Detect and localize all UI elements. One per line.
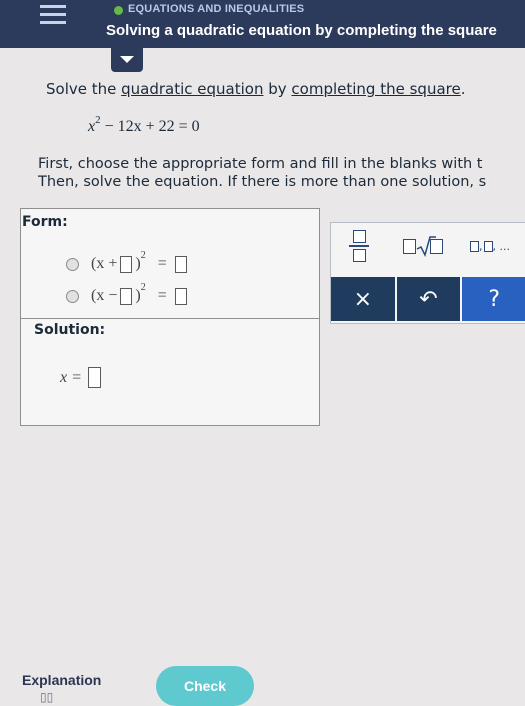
action-row: × ↶ ? [331,277,525,321]
prompt-text: . [460,80,466,98]
answer-blank[interactable] [174,287,187,305]
box-icon [352,230,366,244]
form-expression: (x + [91,255,118,272]
topic-status-dot [114,6,123,15]
form-exponent: 2 [140,249,146,261]
help-button[interactable]: ? [462,277,525,321]
form-expression: (x − [91,287,118,304]
fraction-button[interactable] [337,223,381,269]
undo-button[interactable]: ↶ [396,277,461,321]
form-label: Form: [22,214,68,230]
prompt-text: by [263,80,292,98]
solution-label: Solution: [34,322,106,338]
answer-panel [20,208,320,426]
radical-button[interactable] [391,223,455,269]
box-icon [352,248,366,262]
fraction-bar-icon [349,245,369,247]
page-title: Solving a quadratic equation by completi… [106,22,497,39]
box-icon [470,240,479,252]
problem-equation: x2 − 12x + 22 = 0 [88,114,200,136]
clear-button[interactable]: × [331,277,395,321]
equation-rest: − 12x + 22 = 0 [104,118,200,135]
equation-exponent: 2 [95,114,101,126]
box-icon [430,238,443,254]
box-icon [403,238,416,254]
quadratic-equation-link[interactable]: quadratic equation [121,80,263,98]
answer-blank[interactable] [120,287,133,305]
instructions-line: First, choose the appropriate form and f… [38,156,483,172]
completing-the-square-link[interactable]: completing the square [291,80,460,98]
divider [20,318,319,319]
form-exponent: 2 [140,281,146,293]
explanation-icon: ▯▯ [40,690,54,704]
solution-variable: x = [60,368,82,386]
explanation-button[interactable]: Explanation [22,672,101,688]
answer-blank[interactable] [174,255,187,273]
answer-blank[interactable] [87,367,101,388]
form-option-minus[interactable]: (x − ) 2 = [66,281,187,308]
solution-row: x = [60,367,101,388]
answer-blank[interactable] [120,255,133,273]
top-header: EQUATIONS AND INEQUALITIES Solving a qua… [0,0,525,48]
instructions: First, choose the appropriate form and f… [38,155,525,191]
equals-sign: = [157,287,167,304]
form-option-plus[interactable]: (x + ) 2 = [66,249,187,276]
menu-icon[interactable] [40,2,66,24]
problem-prompt: Solve the quadratic equation by completi… [46,80,466,98]
math-palette: ,, ... × ↶ ? [330,222,525,324]
chevron-down-icon [120,56,134,63]
collapse-header-button[interactable] [111,48,143,72]
instructions-line: Then, solve the equation. If there is mo… [38,174,487,190]
list-label: , ... [492,239,510,253]
radio-button[interactable] [66,257,79,271]
topic-label: EQUATIONS AND INEQUALITIES [128,3,305,15]
list-button[interactable]: ,, ... [457,223,523,269]
check-button[interactable]: Check [156,666,254,706]
equals-sign: = [157,255,167,272]
prompt-text: Solve the [46,80,122,98]
radio-button[interactable] [66,289,79,303]
box-icon [483,240,493,252]
